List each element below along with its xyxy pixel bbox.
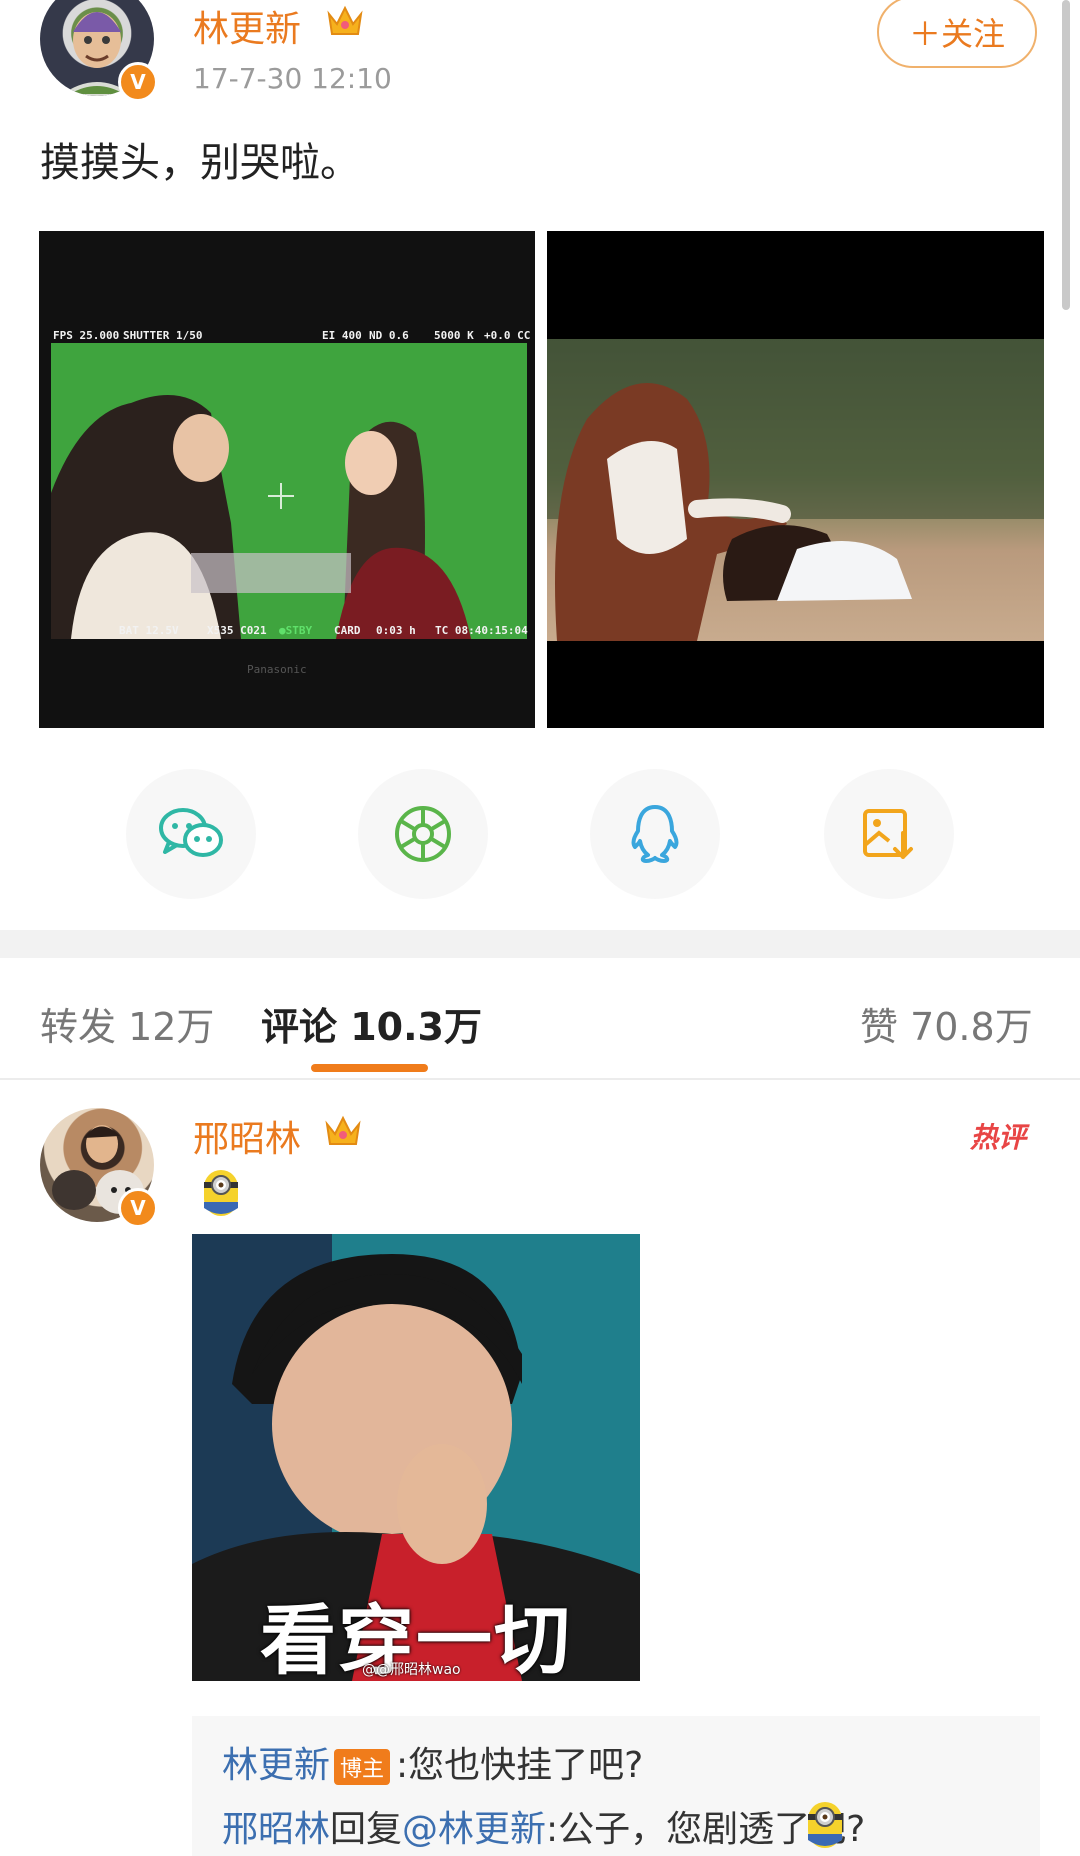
comment-meme-image[interactable]: 看穿一切 @@邢昭林wao: [192, 1234, 640, 1681]
osd-ei: EI 400: [322, 329, 362, 342]
save-image-button[interactable]: [824, 769, 954, 899]
vip-crown-icon: [324, 1114, 362, 1150]
comment-author-name[interactable]: 邢昭林: [193, 1110, 301, 1162]
reply-author-link[interactable]: 邢昭林: [222, 1809, 330, 1850]
osd-clip: X535 C021: [207, 624, 267, 637]
osd-bat: BAT 12.5V: [119, 624, 179, 637]
osd-cc: +0.0 CC: [484, 329, 531, 342]
post-image-2[interactable]: [547, 231, 1044, 728]
tab-comments[interactable]: 评论 10.3万: [261, 996, 482, 1051]
save-image-icon: [863, 809, 913, 859]
green-screen-scene: [51, 343, 527, 639]
qq-icon: [631, 805, 679, 863]
hot-comment-badge: 热评: [970, 1121, 1027, 1154]
osd-timecode: TC 08:40:15:04: [435, 624, 528, 637]
osd-stby: ●STBY: [279, 624, 313, 637]
section-divider: [0, 930, 1080, 958]
dog-scene: [547, 339, 1044, 641]
post-text: 摸摸头，别哭啦。: [40, 140, 360, 186]
reply-author-link[interactable]: 林更新: [222, 1745, 330, 1786]
minion-emoji-icon: [200, 1168, 242, 1218]
minion-emoji-icon: [804, 1800, 846, 1850]
osd-wb: 5000 K: [434, 329, 474, 342]
wechat-icon: [159, 808, 223, 857]
osd-card: CARD: [334, 624, 361, 637]
monitor-brand: Panasonic: [247, 663, 307, 676]
follow-button[interactable]: ＋关注: [877, 0, 1037, 68]
tabs-divider: [0, 1078, 1080, 1080]
scrollbar[interactable]: [1062, 0, 1070, 310]
post-author-name[interactable]: 林更新: [193, 0, 301, 52]
verified-badge: V: [118, 62, 158, 102]
tab-likes[interactable]: 赞 70.8万: [860, 996, 1033, 1051]
share-moments-button[interactable]: [358, 769, 488, 899]
tab-repost[interactable]: 转发 12万: [40, 996, 214, 1051]
sub-reply-2: 邢昭林回复@林更新:公子，您剧透了吧?: [222, 1800, 865, 1852]
reply-text: :您也快挂了吧?: [396, 1745, 644, 1786]
moments-icon: [395, 806, 451, 862]
share-qq-button[interactable]: [590, 769, 720, 899]
active-tab-indicator: [311, 1064, 428, 1072]
reply-word: 回复: [330, 1809, 403, 1850]
vip-crown-icon: [326, 4, 364, 40]
post-timestamp: 17-7-30 12:10: [193, 62, 392, 95]
osd-shutter: SHUTTER 1/50: [123, 329, 203, 342]
share-wechat-button[interactable]: [126, 769, 256, 899]
meme-watermark: @@邢昭林wao: [362, 1662, 461, 1678]
verified-badge: V: [118, 1188, 158, 1228]
post-image-1[interactable]: FPS 25.000 SHUTTER 1/50 EI 400 ND 0.6 50…: [39, 231, 535, 728]
mention-link[interactable]: @林更新: [402, 1809, 546, 1850]
sub-reply-1: 林更新 博主:您也快挂了吧?: [222, 1736, 643, 1788]
osd-hours: 0:03 h: [376, 624, 416, 637]
osd-fps: FPS 25.000: [53, 329, 120, 342]
osd-nd: ND 0.6: [369, 329, 409, 342]
blogger-badge: 博主: [334, 1749, 391, 1785]
sub-replies-box[interactable]: 林更新 博主:您也快挂了吧? 邢昭林回复@林更新:公子，您剧透了吧?: [192, 1716, 1040, 1856]
